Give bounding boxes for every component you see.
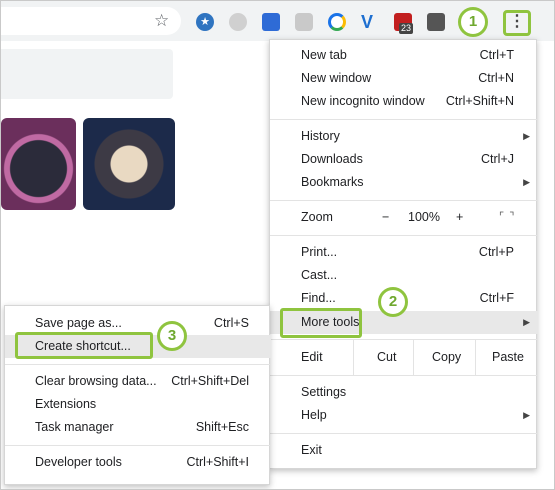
- chrome-main-menu: New tab Ctrl+T New window Ctrl+N New inc…: [269, 39, 538, 469]
- fullscreen-icon[interactable]: ⌜ ⌝: [499, 206, 515, 229]
- v-icon[interactable]: V: [361, 13, 379, 31]
- submenu-arrow-icon: ▶: [523, 177, 530, 187]
- menu-separator: [270, 433, 538, 434]
- menu-divider: [475, 340, 476, 375]
- translate-icon[interactable]: [262, 13, 280, 31]
- step-badge-1: 1: [458, 7, 488, 37]
- shortcut-thumbnail[interactable]: [1, 118, 76, 210]
- menu-item-settings[interactable]: Settings: [270, 381, 538, 404]
- menu-item-help[interactable]: Help ▶: [270, 404, 538, 427]
- menu-divider: [413, 340, 414, 375]
- menu-item-zoom: Zoom − 100% + ⌜ ⌝: [270, 206, 538, 229]
- menu-divider: [353, 340, 354, 375]
- film-icon[interactable]: [427, 13, 445, 31]
- extension-badge-count: 23: [399, 23, 414, 34]
- menu-item-history[interactable]: History ▶: [270, 125, 538, 148]
- menu-item-new-incognito[interactable]: New incognito window Ctrl+Shift+N: [270, 90, 538, 113]
- step-badge-2: 2: [378, 287, 408, 317]
- menu-separator: [5, 364, 271, 365]
- paste-button[interactable]: Paste: [492, 340, 524, 375]
- menu-item-developer-tools[interactable]: Developer tools Ctrl+Shift+I: [5, 451, 271, 474]
- highlight-box-create-shortcut: [15, 332, 153, 359]
- menu-separator: [270, 119, 538, 120]
- skype-icon[interactable]: [295, 13, 313, 31]
- submenu-arrow-icon: ▶: [523, 317, 530, 327]
- chrome-menu-button[interactable]: ⋮: [503, 10, 531, 36]
- zoom-out-button[interactable]: −: [382, 206, 389, 229]
- menu-item-edit: Edit Cut Copy Paste: [270, 340, 538, 375]
- menu-separator: [270, 375, 538, 376]
- extension-icon[interactable]: [229, 13, 247, 31]
- zoom-level: 100%: [408, 210, 440, 224]
- menu-item-exit[interactable]: Exit: [270, 439, 538, 462]
- menu-item-new-window[interactable]: New window Ctrl+N: [270, 67, 538, 90]
- bookmark-star-icon[interactable]: ☆: [154, 11, 169, 31]
- submenu-arrow-icon: ▶: [523, 131, 530, 141]
- menu-item-print[interactable]: Print... Ctrl+P: [270, 241, 538, 264]
- step-badge-3: 3: [157, 321, 187, 351]
- menu-item-task-manager[interactable]: Task manager Shift+Esc: [5, 416, 271, 439]
- menu-item-downloads[interactable]: Downloads Ctrl+J: [270, 148, 538, 171]
- menu-item-cast[interactable]: Cast...: [270, 264, 538, 287]
- menu-separator: [5, 445, 271, 446]
- menu-item-extensions[interactable]: Extensions: [5, 393, 271, 416]
- highlight-box-more-tools: [280, 308, 362, 338]
- submenu-arrow-icon: ▶: [523, 410, 530, 420]
- zoom-in-button[interactable]: +: [456, 206, 463, 229]
- menu-separator: [270, 235, 538, 236]
- shortcut-thumbnail[interactable]: [83, 118, 175, 210]
- menu-item-bookmarks[interactable]: Bookmarks ▶: [270, 171, 538, 194]
- cut-button[interactable]: Cut: [377, 340, 396, 375]
- browser-window: ☆ ★ V 23 ⋮ New tab Ctrl+T New window Ctr…: [0, 0, 555, 490]
- menu-item-new-tab[interactable]: New tab Ctrl+T: [270, 44, 538, 67]
- menu-item-clear-browsing-data[interactable]: Clear browsing data... Ctrl+Shift+Del: [5, 370, 271, 393]
- page-search-box[interactable]: [1, 49, 173, 99]
- menu-separator: [270, 200, 538, 201]
- extension-icon[interactable]: ★: [196, 13, 214, 31]
- copy-button[interactable]: Copy: [432, 340, 461, 375]
- chrome-ext-icon[interactable]: [328, 13, 346, 31]
